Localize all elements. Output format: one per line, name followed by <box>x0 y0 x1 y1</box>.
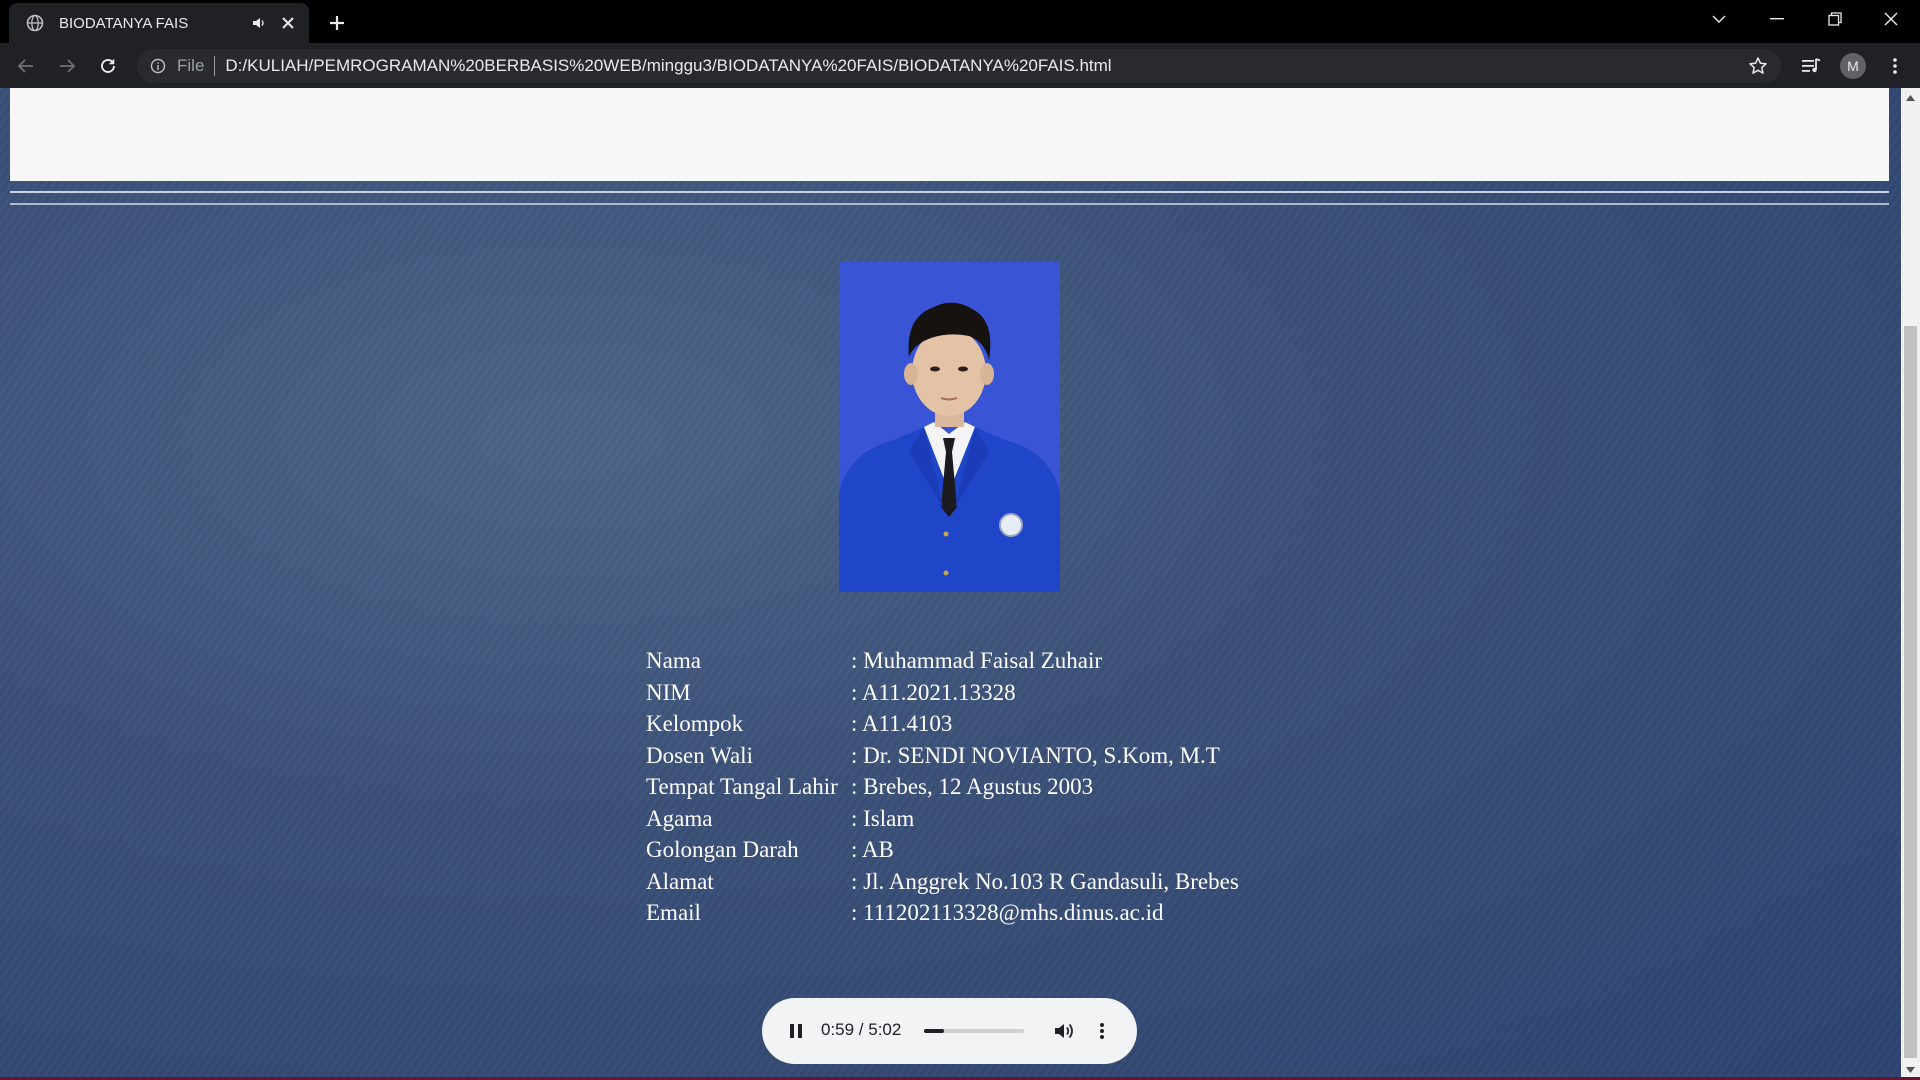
header-panel <box>10 88 1889 181</box>
info-icon[interactable] <box>149 57 167 75</box>
audio-progress-fill <box>924 1029 944 1033</box>
biodata-value: : A11.4103 <box>851 711 953 736</box>
biodata-label: NIM <box>646 679 691 705</box>
window-close-icon[interactable] <box>1862 0 1920 38</box>
audio-player[interactable]: 0:59 / 5:02 <box>762 998 1137 1064</box>
url-scheme-label: File <box>177 56 205 75</box>
close-icon[interactable] <box>277 12 299 34</box>
biodata-table: Nama : Muhammad Faisal Zuhair NIM : A11.… <box>646 645 1239 929</box>
arrow-right-icon[interactable] <box>51 50 83 82</box>
biodata-label: Dosen Wali <box>646 742 753 768</box>
arrow-left-icon[interactable] <box>10 50 42 82</box>
biodata-value: : Islam <box>851 805 915 831</box>
biodata-label: Kelompok <box>646 711 744 736</box>
biodata-row-nama: Nama : Muhammad Faisal Zuhair <box>646 645 1239 677</box>
biodata-label: Email <box>646 900 701 925</box>
volume-icon[interactable] <box>1051 1018 1077 1044</box>
audio-seek-slider[interactable] <box>924 1029 1024 1033</box>
biodata-row-ttl: Tempat Tangal Lahir : Brebes, 12 Agustus… <box>646 771 1239 803</box>
biodata-value: : Brebes, 12 Agustus 2003 <box>851 774 1094 799</box>
plus-icon[interactable] <box>322 8 352 38</box>
scroll-up-icon[interactable] <box>1901 88 1920 108</box>
biodata-row-golongan-darah: Golongan Darah : AB <box>646 834 1239 866</box>
biodata-value[interactable]: : 111202113328@mhs.dinus.ac.id <box>851 897 1164 929</box>
profile-avatar[interactable]: M <box>1837 50 1869 82</box>
biodata-label: Alamat <box>646 868 714 894</box>
tab-title: BIODATANYA FAIS <box>59 14 189 32</box>
audio-time: 0:59 / 5:02 <box>821 1020 902 1039</box>
biodata-row-kelompok: Kelompok : A11.4103 <box>646 708 1239 740</box>
horizontal-rule <box>10 191 1889 193</box>
star-icon[interactable] <box>1747 55 1769 77</box>
biodata-row-email: Email : 111202113328@mhs.dinus.ac.id <box>646 897 1239 929</box>
biodata-row-alamat: Alamat : Jl. Anggrek No.103 R Gandasuli,… <box>646 866 1239 898</box>
kebab-icon[interactable] <box>1879 50 1911 82</box>
biodata-label: Tempat Tangal Lahir <box>646 774 838 799</box>
pause-icon[interactable] <box>784 1019 808 1043</box>
horizontal-rule <box>10 203 1889 205</box>
url-text[interactable]: D:/KULIAH/PEMROGRAMAN%20BERBASIS%20WEB/m… <box>225 56 1111 76</box>
address-bar[interactable]: File D:/KULIAH/PEMROGRAMAN%20BERBASIS%20… <box>137 49 1781 83</box>
reload-icon[interactable] <box>92 50 124 82</box>
biodata-value: : AB <box>851 837 894 862</box>
biodata-value: : Dr. SENDI NOVIANTO, S.Kom, M.T <box>851 742 1220 768</box>
restore-icon[interactable] <box>1806 0 1864 38</box>
biodata-label: Golongan Darah <box>646 837 799 862</box>
biodata-label: Agama <box>646 805 713 831</box>
tab-search-icon[interactable] <box>1690 0 1748 38</box>
avatar: M <box>1840 53 1866 79</box>
biodata-label: Nama <box>646 648 701 673</box>
page-viewport: Nama : Muhammad Faisal Zuhair NIM : A11.… <box>0 88 1901 1080</box>
browser-tab[interactable]: BIODATANYA FAIS <box>9 3 309 43</box>
biodata-row-dosen-wali: Dosen Wali : Dr. SENDI NOVIANTO, S.Kom, … <box>646 740 1239 772</box>
globe-icon <box>25 13 45 33</box>
media-queue-icon[interactable] <box>1795 50 1827 82</box>
biodata-row-nim: NIM : A11.2021.13328 <box>646 677 1239 709</box>
biodata-value: : Muhammad Faisal Zuhair <box>851 648 1103 673</box>
biodata-row-agama: Agama : Islam <box>646 803 1239 835</box>
profile-photo <box>839 262 1060 592</box>
minimize-icon[interactable] <box>1748 0 1806 38</box>
biodata-value: : Jl. Anggrek No.103 R Gandasuli, Brebes <box>851 868 1239 894</box>
speaker-icon[interactable] <box>249 13 269 33</box>
biodata-value: : A11.2021.13328 <box>851 679 1016 705</box>
browser-titlebar: BIODATANYA FAIS <box>0 0 1920 43</box>
page-scrollbar[interactable] <box>1901 88 1920 1080</box>
kebab-icon[interactable] <box>1092 1018 1112 1044</box>
browser-toolbar: File D:/KULIAH/PEMROGRAMAN%20BERBASIS%20… <box>0 43 1920 88</box>
scrollbar-thumb[interactable] <box>1904 326 1917 1058</box>
omnibox-divider <box>214 56 216 76</box>
